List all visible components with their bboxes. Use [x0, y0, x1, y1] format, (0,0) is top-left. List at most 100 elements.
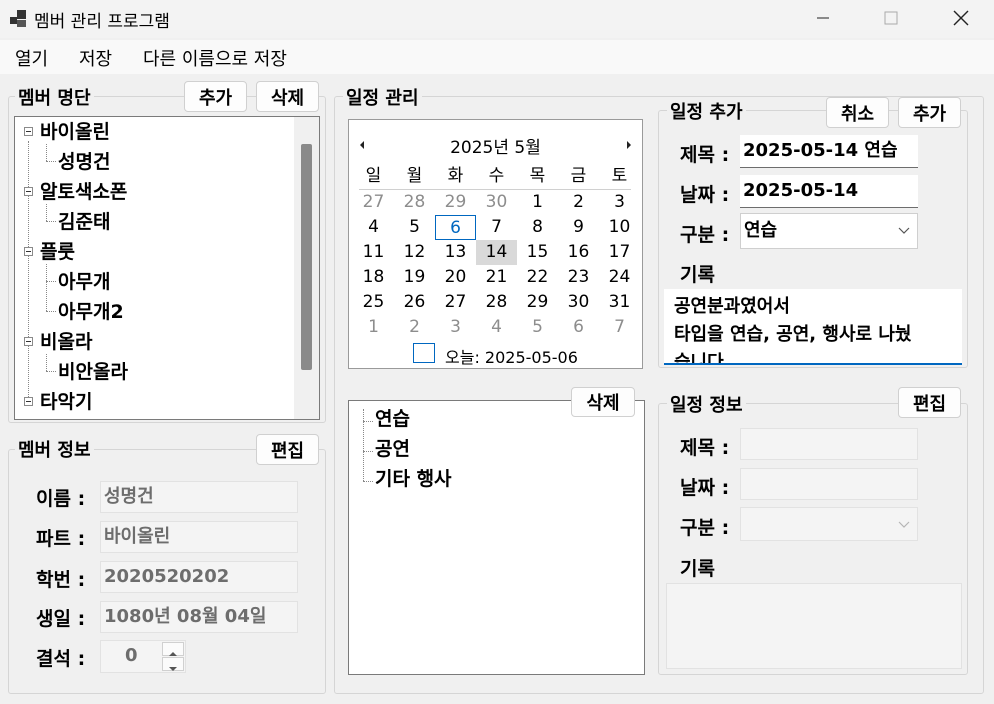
calendar-day-today[interactable]: 6	[435, 215, 476, 240]
today-link[interactable]: 오늘: 2025-05-06	[445, 344, 578, 368]
calendar-day[interactable]: 24	[599, 265, 640, 290]
tree-node-member[interactable]: 아무개2	[58, 297, 124, 327]
schedule-type-select[interactable]: 연습	[740, 213, 918, 249]
calendar-day[interactable]: 10	[599, 215, 640, 240]
calendar-day[interactable]: 12	[394, 240, 435, 265]
calendar-day[interactable]: 26	[394, 290, 435, 315]
calendar-day[interactable]: 28	[394, 190, 435, 215]
category-tree[interactable]: 연습 공연 기타 행사	[348, 400, 645, 675]
tree-node-member[interactable]: 성명건	[58, 147, 110, 177]
calendar-day[interactable]: 5	[517, 315, 558, 340]
schedule-record-textarea[interactable]: 공연분과였어서 타입을 연습, 공연, 행사로 나눴 습니다	[664, 289, 962, 365]
calendar-day[interactable]: 18	[353, 265, 394, 290]
calendar-day[interactable]: 11	[353, 240, 394, 265]
birthday-field[interactable]: 1080년 08월 04일	[100, 601, 298, 633]
info-date-field[interactable]	[740, 468, 918, 500]
month-calendar[interactable]: 2025년 5월 일 월 화 수 목 금 토 27 28 29 30 1 2 3…	[348, 119, 643, 369]
calendar-day[interactable]: 5	[394, 215, 435, 240]
collapse-icon[interactable]	[24, 187, 33, 196]
absence-stepper[interactable]: 0	[100, 640, 186, 673]
calendar-day[interactable]: 6	[558, 315, 599, 340]
tree-node-member[interactable]: 아무개	[58, 267, 110, 297]
calendar-day[interactable]: 31	[599, 290, 640, 315]
schedule-title-input[interactable]: 2025-05-14 연습	[740, 135, 918, 168]
calendar-day[interactable]: 8	[517, 215, 558, 240]
category-item[interactable]: 공연	[375, 434, 410, 464]
collapse-icon[interactable]	[24, 397, 33, 406]
tree-node-part[interactable]: 비올라	[40, 327, 92, 357]
tree-node-part[interactable]: 바이올린	[40, 117, 110, 147]
stepper-down-button[interactable]	[162, 657, 184, 671]
tree-node-member[interactable]: 김준태	[58, 207, 110, 237]
menu-open[interactable]: 열기	[15, 45, 48, 71]
calendar-day[interactable]: 13	[435, 240, 476, 265]
menu-save-as[interactable]: 다른 이름으로 저장	[143, 45, 287, 71]
close-button[interactable]	[938, 0, 984, 36]
calendar-day[interactable]: 27	[435, 290, 476, 315]
calendar-day[interactable]: 22	[517, 265, 558, 290]
calendar-day[interactable]: 23	[558, 265, 599, 290]
calendar-day[interactable]: 27	[353, 190, 394, 215]
calendar-day[interactable]: 1	[353, 315, 394, 340]
calendar-day[interactable]: 29	[517, 290, 558, 315]
delete-category-button[interactable]: 삭제	[571, 387, 635, 417]
minimize-button[interactable]	[800, 0, 846, 36]
collapse-icon[interactable]	[24, 247, 33, 256]
tree-node-member[interactable]: 비안올라	[58, 357, 128, 387]
name-field[interactable]: 성명건	[100, 481, 298, 513]
calendar-day-selected[interactable]: 14	[476, 240, 517, 265]
calendar-day[interactable]: 4	[353, 215, 394, 240]
calendar-day[interactable]: 29	[435, 190, 476, 215]
calendar-day[interactable]: 30	[558, 290, 599, 315]
calendar-day[interactable]: 30	[476, 190, 517, 215]
tree-node-part[interactable]: 알토색소폰	[40, 177, 127, 207]
maximize-button[interactable]	[868, 0, 914, 36]
scrollbar-thumb[interactable]	[301, 144, 312, 370]
calendar-day[interactable]: 15	[517, 240, 558, 265]
month-title[interactable]: 2025년 5월	[349, 133, 642, 158]
tree-scrollbar[interactable]	[294, 117, 319, 419]
edit-member-button[interactable]: 편집	[256, 434, 319, 465]
calendar-day[interactable]: 1	[517, 190, 558, 215]
add-member-button[interactable]: 추가	[184, 81, 247, 112]
cancel-schedule-button[interactable]: 취소	[826, 97, 889, 128]
calendar-day[interactable]: 3	[599, 190, 640, 215]
tree-node-part[interactable]: 타악기	[40, 387, 92, 417]
calendar-day[interactable]: 9	[558, 215, 599, 240]
calendar-day[interactable]: 16	[558, 240, 599, 265]
part-field[interactable]: 바이올린	[100, 521, 298, 553]
info-record-field[interactable]	[666, 583, 962, 669]
info-type-select[interactable]	[740, 507, 918, 541]
info-title-field[interactable]	[740, 428, 918, 460]
student-id-field[interactable]: 2020520202	[100, 561, 298, 593]
calendar-day[interactable]: 20	[435, 265, 476, 290]
calendar-day[interactable]: 17	[599, 240, 640, 265]
calendar-day[interactable]: 25	[353, 290, 394, 315]
member-tree[interactable]: 바이올린 성명건 알토색소폰 김준태 플룻 아무개 아무개2 비올라 비안올라 …	[14, 116, 320, 420]
menu-save[interactable]: 저장	[79, 45, 112, 71]
tree-node-part[interactable]: 플룻	[40, 237, 75, 267]
calendar-day[interactable]: 19	[394, 265, 435, 290]
calendar-day[interactable]: 7	[599, 315, 640, 340]
category-item[interactable]: 기타 행사	[375, 464, 452, 494]
collapse-icon[interactable]	[24, 127, 33, 136]
edit-schedule-button[interactable]: 편집	[898, 387, 961, 418]
chevron-down-icon	[898, 227, 910, 234]
stepper-up-button[interactable]	[162, 642, 184, 656]
calendar-day[interactable]: 28	[476, 290, 517, 315]
calendar-day[interactable]: 2	[394, 315, 435, 340]
calendar-day[interactable]: 4	[476, 315, 517, 340]
calendar-day[interactable]: 2	[558, 190, 599, 215]
calendar-day[interactable]: 21	[476, 265, 517, 290]
calendar-day[interactable]: 3	[435, 315, 476, 340]
next-month-button[interactable]	[624, 136, 634, 155]
schedule-date-input[interactable]: 2025-05-14	[740, 175, 918, 208]
member-list-label: 멤버 명단	[15, 84, 94, 110]
add-schedule-button[interactable]: 추가	[898, 97, 961, 128]
calendar-day[interactable]: 7	[476, 215, 517, 240]
delete-member-button[interactable]: 삭제	[256, 81, 319, 112]
category-item[interactable]: 연습	[375, 404, 410, 434]
absence-value: 0	[125, 645, 138, 666]
collapse-icon[interactable]	[24, 337, 33, 346]
record-line: 공연분과였어서	[674, 296, 790, 317]
